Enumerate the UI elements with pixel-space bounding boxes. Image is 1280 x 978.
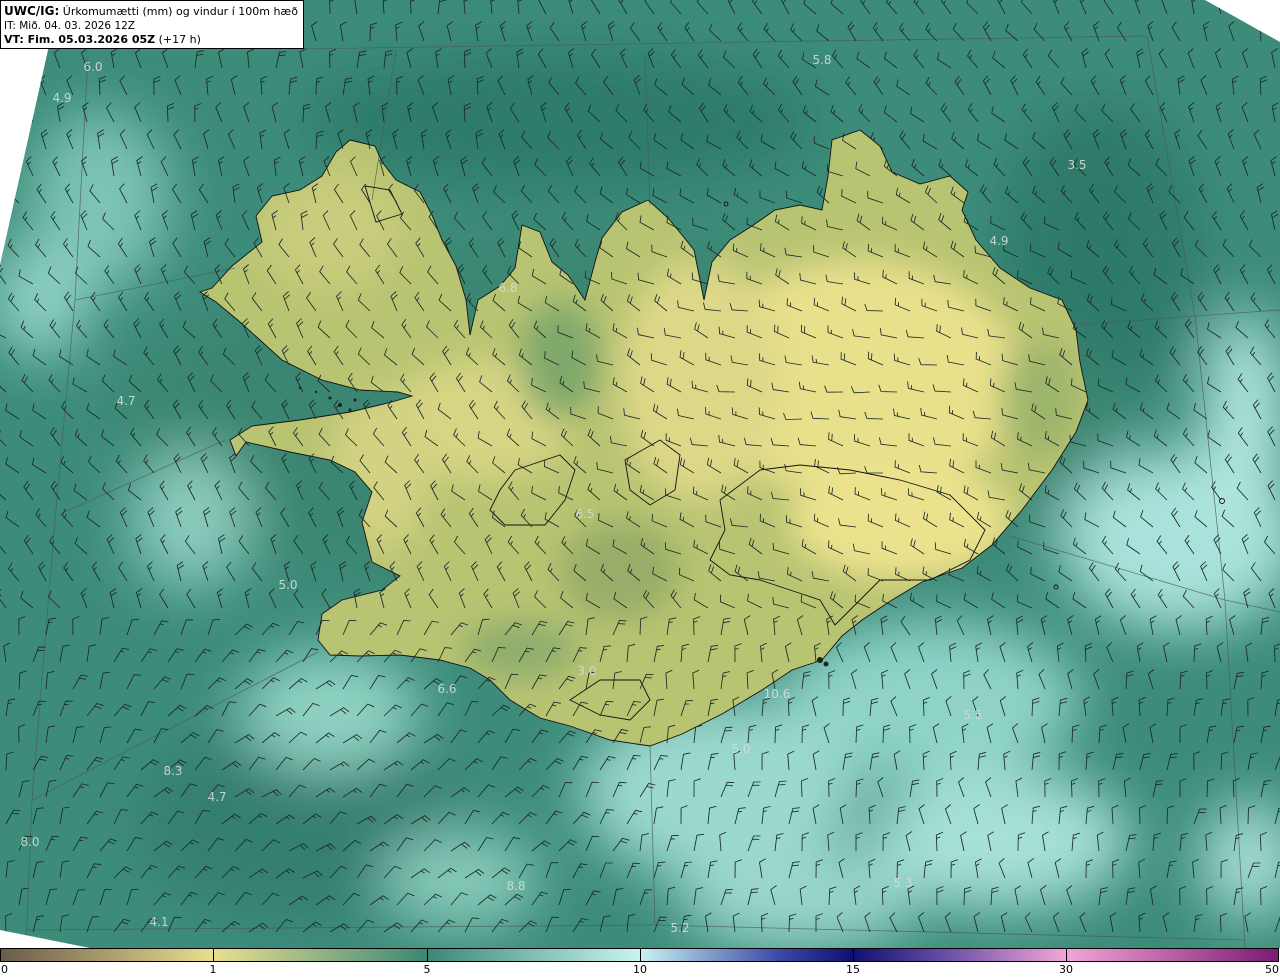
wind-barb [0, 212, 7, 231]
map-value: 5.5 [963, 708, 983, 722]
model-name: UWC/IG: [4, 4, 60, 18]
map-value: 6.8 [498, 281, 518, 295]
colorbar-tick [427, 949, 428, 961]
forecast-map-figure: UWC/IG: Úrkomumætti (mm) og vindur í 100… [0, 0, 1280, 978]
colorbar-label: 30 [1059, 963, 1073, 976]
colorbar-tick [213, 949, 214, 961]
map-value: 4.1 [149, 915, 169, 929]
colorbar-tick [853, 949, 854, 961]
lead-time: (+17 h) [158, 33, 201, 46]
map-value: 8.0 [20, 835, 40, 849]
map-value: 8.8 [506, 879, 526, 893]
wind-barb [1272, 0, 1280, 15]
valid-time-line: VT: Fim. 05.03.2026 05Z (+17 h) [4, 33, 303, 47]
wind-barb [10, 129, 20, 150]
colorbar-label: 10 [633, 963, 647, 976]
map-value: 4.7 [116, 394, 136, 408]
title-line: UWC/IG: Úrkomumætti (mm) og vindur í 100… [4, 4, 303, 19]
wind-barb [12, 75, 20, 96]
colorbar-label: 5 [423, 963, 431, 976]
colorbar-label: 0 [1, 963, 8, 976]
map-value: 5.8 [812, 53, 832, 67]
map-value: 8.3 [163, 764, 183, 778]
map-value: 10.6 [763, 687, 791, 701]
map-title: Úrkomumætti (mm) og vindur í 100m hæð [62, 5, 298, 18]
colorbar-label: 50 [1265, 963, 1279, 976]
map-value: 5.3 [893, 876, 913, 890]
map-value: 6.0 [83, 60, 103, 74]
map-value: 4.9 [989, 234, 1009, 248]
map-canvas [0, 0, 1280, 948]
map-domain [0, 0, 1280, 948]
map-value: 3.0 [577, 664, 597, 678]
map-value: 5.2 [670, 921, 690, 935]
map-value: 5.0 [278, 578, 298, 592]
colorbar-label: 15 [846, 963, 860, 976]
map-value: 3.5 [1067, 158, 1087, 172]
map-value: 4.7 [207, 790, 227, 804]
title-box: UWC/IG: Úrkomumætti (mm) og vindur í 100… [0, 0, 304, 49]
init-time: IT: Mið. 04. 03. 2026 12Z [4, 20, 135, 32]
wind-barb [0, 156, 7, 177]
map-value: 4.9 [52, 91, 72, 105]
wind-barb [23, 102, 34, 123]
map-value: 5.0 [731, 742, 751, 756]
colorbar-label: 1 [209, 963, 217, 976]
colorbar-tick [640, 949, 641, 961]
wind-barb [1246, 0, 1254, 15]
precipitation-colorbar [0, 948, 1279, 962]
wind-barb [27, 48, 34, 69]
wind-barb [0, 49, 7, 69]
valid-time: VT: Fim. 05.03.2026 05Z [4, 33, 156, 46]
colorbar-tick [1066, 949, 1067, 961]
map-value: 6.6 [437, 682, 457, 696]
map-value: 6.5 [575, 507, 595, 521]
wind-barb [0, 102, 7, 123]
